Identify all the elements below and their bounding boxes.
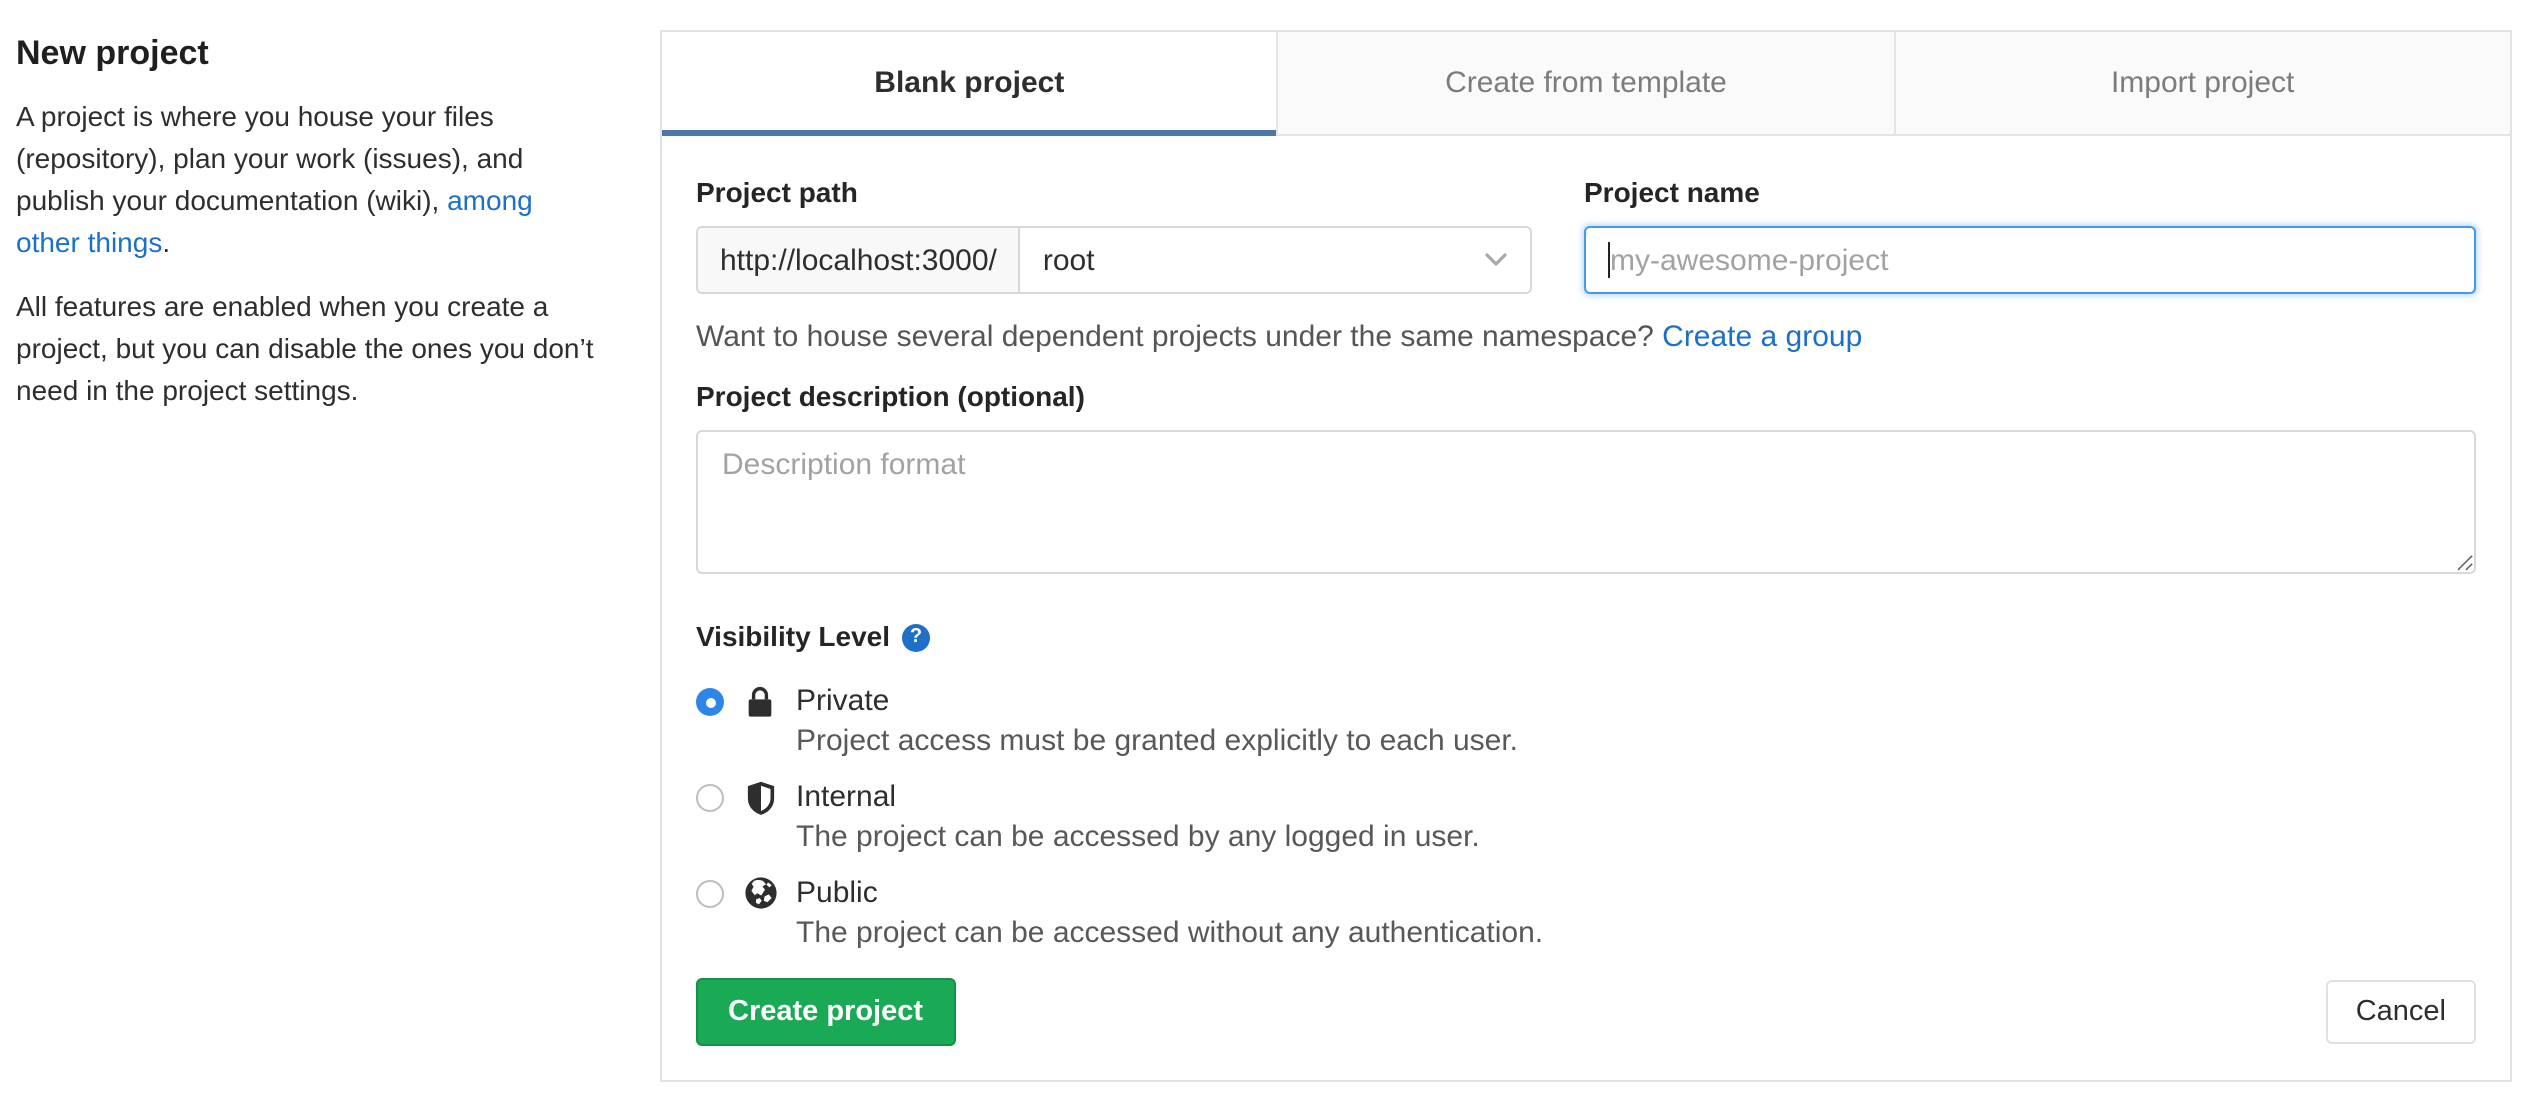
private-option-label[interactable]: Private (796, 682, 1518, 722)
visibility-level-label: Visibility Level ? (696, 620, 2476, 654)
project-path-input-group: http://localhost:3000/ root (696, 226, 1532, 294)
cancel-button[interactable]: Cancel (2325, 980, 2476, 1044)
project-name-input[interactable] (1584, 226, 2476, 294)
chevron-down-icon (1485, 253, 1507, 266)
namespace-select[interactable]: root (1021, 228, 1530, 292)
public-option-description: The project can be accessed without any … (796, 916, 1544, 950)
form-footer: Create project Cancel (696, 978, 2476, 1046)
visibility-level-text: Visibility Level (696, 620, 891, 652)
lock-icon (742, 684, 778, 762)
text-caret (1608, 242, 1610, 278)
project-description-textarea[interactable] (696, 430, 2476, 574)
intro-text-period: . (162, 226, 171, 258)
internal-option-description: The project can be accessed by any logge… (796, 820, 1480, 854)
tab-label: Import project (2110, 66, 2295, 100)
new-project-page: New project A project is where you house… (0, 0, 2532, 1106)
internal-radio[interactable] (696, 784, 724, 812)
helper-text: Want to house several dependent projects… (696, 320, 1663, 354)
blank-project-form: Project path http://localhost:3000/ root… (662, 136, 2510, 1080)
public-radio[interactable] (696, 880, 724, 908)
public-option-label[interactable]: Public (796, 874, 1543, 914)
visibility-option-internal: Internal The project can be accessed by … (696, 778, 2476, 858)
page-title: New project (16, 34, 209, 72)
tab-create-from-template[interactable]: Create from template (1276, 32, 1894, 134)
namespace-selected-value: root (1042, 243, 1095, 277)
visibility-option-public: Public The project can be accessed witho… (696, 874, 2476, 954)
question-circle-icon[interactable]: ? (902, 623, 931, 651)
globe-icon (742, 876, 778, 954)
tab-bar: Blank project Create from template Impor… (662, 32, 2510, 136)
visibility-options: Private Project access must be granted e… (696, 682, 2476, 954)
create-project-button[interactable]: Create project (696, 978, 956, 1046)
create-a-group-link[interactable]: Create a group (1662, 320, 1862, 354)
namespace-helper-text: Want to house several dependent projects… (696, 318, 2476, 356)
project-description-label: Project description (optional) (696, 380, 1085, 412)
features-note: All features are enabled when you create… (16, 290, 594, 406)
tab-label: Blank project (874, 66, 1065, 100)
project-path-label: Project path (696, 176, 858, 208)
private-option-description: Project access must be granted explicitl… (796, 724, 1519, 758)
private-radio[interactable] (696, 688, 724, 716)
intro-column: New project A project is where you house… (16, 20, 596, 434)
project-name-label: Project name (1584, 176, 1760, 208)
tab-label: Create from template (1445, 66, 1727, 100)
url-prefix-addon: http://localhost:3000/ (698, 228, 1021, 292)
visibility-option-private: Private Project access must be granted e… (696, 682, 2476, 762)
tab-blank-project[interactable]: Blank project (662, 32, 1278, 136)
new-project-panel: Blank project Create from template Impor… (660, 30, 2512, 1082)
intro-paragraph: A project is where you house your files … (16, 96, 596, 264)
shield-icon (742, 780, 778, 858)
internal-option-label[interactable]: Internal (796, 778, 1480, 818)
project-name-field-wrap (1584, 226, 2476, 294)
tab-import-project[interactable]: Import project (1893, 32, 2510, 134)
